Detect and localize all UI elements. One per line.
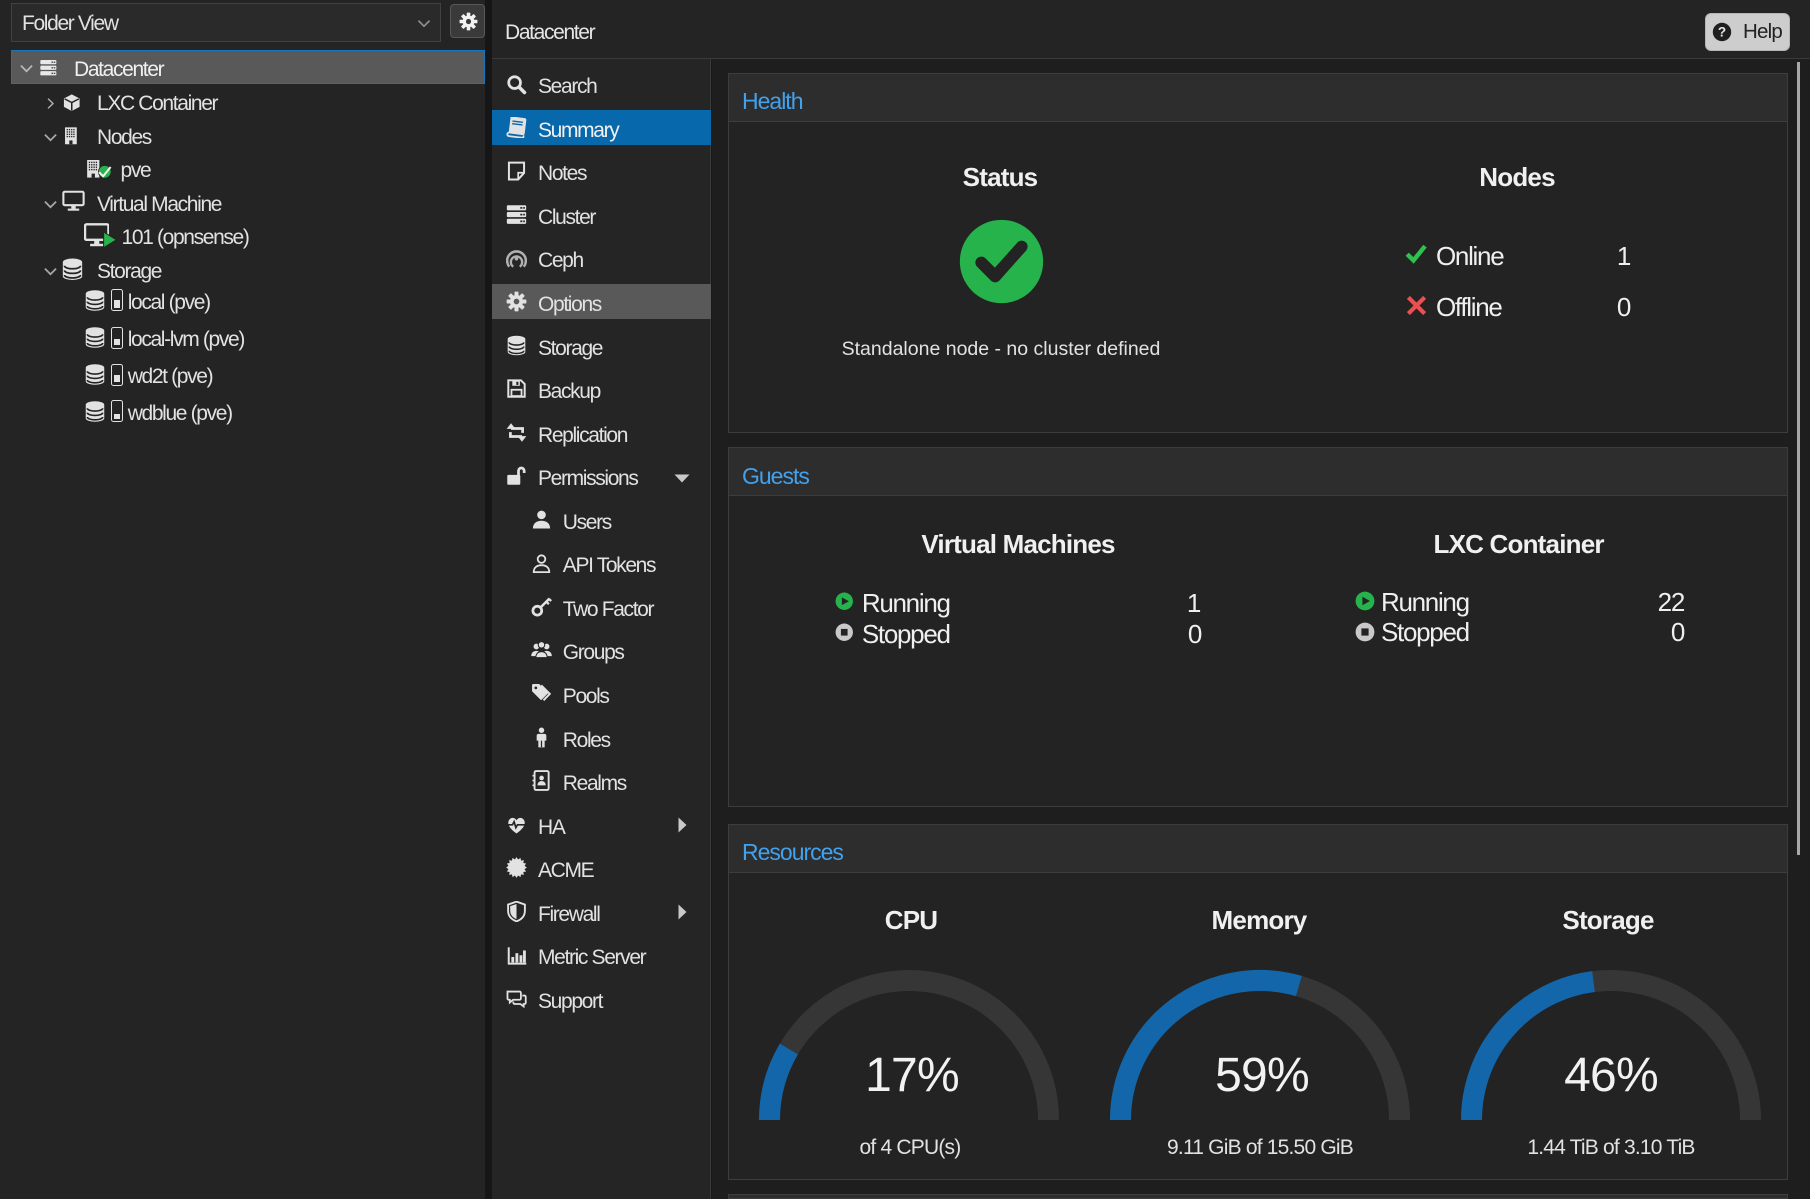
svg-text:?: ? <box>1718 25 1726 40</box>
